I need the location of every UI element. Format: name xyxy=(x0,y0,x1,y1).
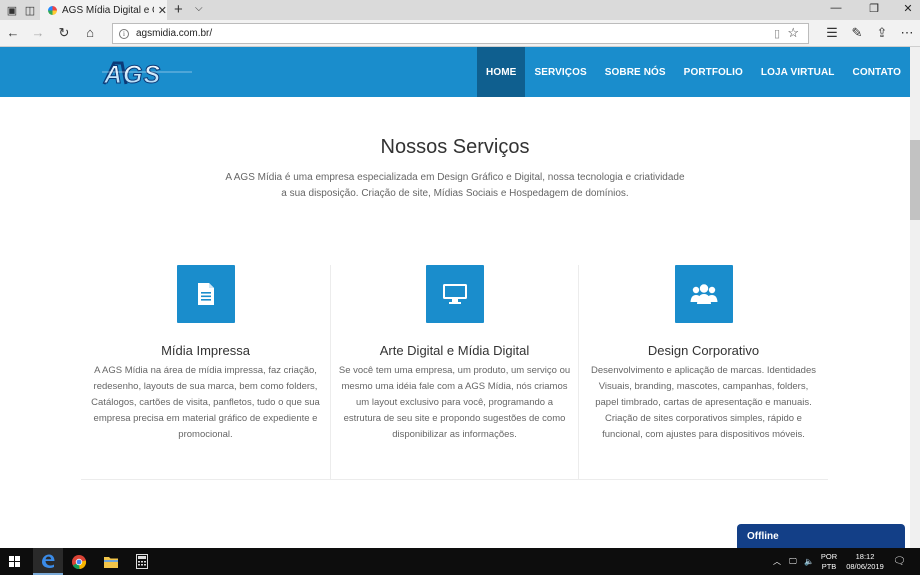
start-button[interactable] xyxy=(0,548,28,575)
menu-portfolio[interactable]: PORTFOLIO xyxy=(675,47,752,97)
service-icon-box xyxy=(674,265,733,323)
users-icon xyxy=(690,284,717,304)
service-card: Design Corporativo Desenvolvimento e apl… xyxy=(579,265,828,479)
section-title: Nossos Serviços xyxy=(380,136,530,158)
clock-time: 18:12 xyxy=(855,552,875,561)
service-title: Arte Digital e Mídia Digital xyxy=(379,343,530,358)
monitor-icon xyxy=(442,284,467,304)
site-info-icon[interactable]: i xyxy=(119,28,129,39)
clock-date: 08/06/2019 xyxy=(846,562,884,571)
lang-line1: POR xyxy=(820,552,838,561)
service-text: Se você tem uma empresa, um produto, um … xyxy=(338,365,571,440)
tab-actions-icon[interactable]: ▣ xyxy=(4,2,20,18)
input-language[interactable]: POR PTB xyxy=(818,552,840,572)
menu-contato[interactable]: CONTATO xyxy=(844,47,910,97)
chevron-down-icon[interactable]: ⌵ xyxy=(195,3,203,14)
service-icon-box xyxy=(425,265,484,323)
site-header: AGS HOME SERVIÇOS SOBRE NÓS PORTFOLIO LO… xyxy=(0,47,910,97)
restore-icon[interactable]: ❐ xyxy=(866,2,882,15)
section-description: A AGS Mídia é uma empresa especializada … xyxy=(225,172,685,199)
menu-home[interactable]: HOME xyxy=(477,47,526,97)
main-menu: HOME SERVIÇOS SOBRE NÓS PORTFOLIO LOJA V… xyxy=(477,47,910,97)
back-icon[interactable]: ← xyxy=(5,25,21,41)
service-icon-box xyxy=(176,265,235,323)
close-tab-icon[interactable]: ✕ xyxy=(158,4,167,17)
browser-address-bar: ← → ↻ ⌂ i agsmidia.com.br/ ▯ ☆ ☰ ✎ ⇪ ⋯ xyxy=(0,20,920,47)
folder-icon xyxy=(104,556,118,568)
close-window-icon[interactable]: ✕ xyxy=(900,2,916,15)
url-text: agsmidia.com.br/ xyxy=(136,28,213,39)
volume-icon[interactable]: 🔈 xyxy=(804,548,814,575)
service-title: Mídia Impressa xyxy=(161,343,250,358)
taskbar-calculator[interactable] xyxy=(127,548,157,575)
refresh-icon[interactable]: ↻ xyxy=(56,25,72,41)
reading-view-icon[interactable]: ▯ xyxy=(774,27,780,40)
menu-sobre-nos[interactable]: SOBRE NÓS xyxy=(596,47,675,97)
notes-pen-icon[interactable]: ✎ xyxy=(849,25,865,41)
more-icon[interactable]: ⋯ xyxy=(899,25,915,41)
lang-line2: PTB xyxy=(821,562,837,571)
home-icon[interactable]: ⌂ xyxy=(82,25,98,41)
chat-offline-widget[interactable]: Offline xyxy=(737,524,905,548)
calculator-icon xyxy=(136,554,148,569)
chrome-icon xyxy=(72,554,87,569)
browser-tab[interactable]: AGS Mídia Digital e Grá ✕ xyxy=(40,0,167,20)
menu-servicos[interactable]: SERVIÇOS xyxy=(525,47,595,97)
service-card: Arte Digital e Mídia Digital Se você tem… xyxy=(330,265,579,479)
share-icon[interactable]: ⇪ xyxy=(874,25,890,41)
taskbar-clock[interactable]: 18:12 08/06/2019 xyxy=(844,552,886,572)
document-icon xyxy=(197,283,214,305)
service-card: Mídia Impressa A AGS Mídia na área de mí… xyxy=(81,265,330,479)
edge-icon xyxy=(42,554,55,568)
network-icon[interactable]: 🖵 xyxy=(789,548,797,575)
windows-taskbar: ︿ 🖵 🔈 POR PTB 18:12 08/06/2019 🗨 xyxy=(0,548,920,575)
taskbar-edge[interactable] xyxy=(33,548,63,575)
minimize-icon[interactable]: — xyxy=(828,2,844,14)
taskbar-chrome[interactable] xyxy=(64,548,94,575)
taskbar-file-explorer[interactable] xyxy=(96,548,126,575)
divider xyxy=(81,479,828,480)
new-tab-icon[interactable]: + xyxy=(174,1,183,18)
browser-tab-bar: ▣ ◫ AGS Mídia Digital e Grá ✕ + ⌵ — ❐ ✕ xyxy=(0,0,920,20)
logo-text: AGS xyxy=(103,61,161,86)
service-text: Desenvolvimento e aplicação de marcas. I… xyxy=(591,365,816,440)
scrollbar-thumb[interactable] xyxy=(910,140,920,220)
menu-loja-virtual[interactable]: LOJA VIRTUAL xyxy=(752,47,844,97)
ags-logo[interactable]: AGS xyxy=(100,59,196,86)
favorites-hub-icon[interactable]: ☰ xyxy=(824,25,840,41)
service-title: Design Corporativo xyxy=(647,343,760,358)
windows-logo-icon xyxy=(8,556,20,567)
url-field[interactable]: i agsmidia.com.br/ ▯ ☆ xyxy=(112,23,809,44)
show-hidden-icons[interactable]: ︿ xyxy=(773,548,781,575)
favorite-star-icon[interactable]: ☆ xyxy=(787,25,799,41)
service-text: A AGS Mídia na área de mídia impressa, f… xyxy=(91,365,320,440)
forward-icon[interactable]: → xyxy=(30,25,46,41)
tab-preview-icon[interactable]: ◫ xyxy=(22,2,38,18)
screen: ▣ ◫ AGS Mídia Digital e Grá ✕ + ⌵ — ❐ ✕ … xyxy=(0,0,920,575)
favicon-icon xyxy=(48,5,57,15)
page-scrollbar[interactable] xyxy=(910,47,920,548)
notifications-icon[interactable]: 🗨 xyxy=(893,548,906,575)
tab-title: AGS Mídia Digital e Grá xyxy=(62,4,154,16)
